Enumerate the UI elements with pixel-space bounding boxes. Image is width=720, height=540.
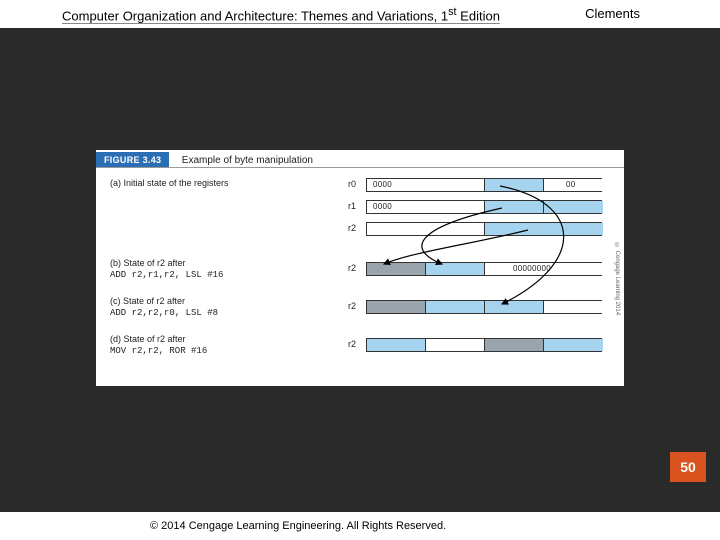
instr-b: ADD r2,r1,r2, LSL #16 — [110, 270, 223, 280]
seg — [544, 301, 603, 313]
label-c-text: (c) State of r2 after — [110, 296, 185, 306]
footer-copyright: © 2014 Cengage Learning Engineering. All… — [150, 520, 446, 532]
seg — [485, 179, 544, 191]
slide-header: Computer Organization and Architecture: … — [62, 6, 660, 23]
reg-name-r2b: r2 — [348, 263, 356, 273]
title-post: Edition — [457, 8, 500, 23]
seg — [485, 223, 603, 235]
seg: 00 — [544, 179, 603, 191]
reg-box-r2c — [366, 300, 602, 314]
val-r0-left: 0000 — [373, 180, 392, 189]
reg-name-r0: r0 — [348, 179, 356, 189]
seg — [367, 223, 485, 235]
seg: 0000 — [367, 179, 485, 191]
reg-box-r1: 0000 — [366, 200, 602, 214]
seg — [544, 201, 603, 213]
reg-box-r2a — [366, 222, 602, 236]
label-d: (d) State of r2 after MOV r2,r2, ROR #16 — [110, 334, 330, 358]
reg-name-r2a: r2 — [348, 223, 356, 233]
title-pre: Computer Organization and Architecture: … — [62, 8, 448, 23]
figure-caption: Example of byte manipulation — [182, 155, 313, 166]
instr-d: MOV r2,r2, ROR #16 — [110, 346, 207, 356]
figure-badge: FIGURE 3.43 — [96, 152, 169, 168]
label-c: (c) State of r2 after ADD r2,r2,r0, LSL … — [110, 296, 330, 320]
page-number: 50 — [680, 459, 696, 475]
val-r1-left: 0000 — [373, 202, 392, 211]
page-number-badge: 50 — [670, 452, 706, 482]
label-b: (b) State of r2 after ADD r2,r1,r2, LSL … — [110, 258, 330, 282]
label-a: (a) Initial state of the registers — [110, 178, 330, 189]
reg-name-r1: r1 — [348, 201, 356, 211]
author-name: Clements — [585, 6, 640, 23]
seg — [367, 263, 426, 275]
figure-panel: FIGURE 3.43 Example of byte manipulation… — [96, 150, 624, 386]
label-d-text: (d) State of r2 after — [110, 334, 186, 344]
seg: 0000 — [367, 201, 485, 213]
seg — [426, 263, 485, 275]
seg — [367, 301, 426, 313]
reg-name-r2c: r2 — [348, 301, 356, 311]
reg-box-r0: 0000 00 — [366, 178, 602, 192]
seg — [426, 301, 485, 313]
book-title: Computer Organization and Architecture: … — [62, 6, 500, 23]
figure-header: FIGURE 3.43 Example of byte manipulation — [96, 150, 624, 168]
seg — [485, 339, 544, 351]
val-r0-right: 00 — [566, 180, 576, 189]
figure-divider — [96, 167, 624, 168]
figure-credit: © Cengage Learning 2014 — [611, 178, 620, 380]
seg — [367, 339, 426, 351]
reg-name-r2d: r2 — [348, 339, 356, 349]
seg — [485, 201, 544, 213]
seg — [426, 339, 485, 351]
val-b-box: 00000000 — [513, 264, 551, 273]
seg — [544, 339, 603, 351]
reg-box-r2b: 00000000 — [366, 262, 602, 276]
label-b-text: (b) State of r2 after — [110, 258, 186, 268]
instr-c: ADD r2,r2,r0, LSL #8 — [110, 308, 218, 318]
seg — [485, 301, 544, 313]
title-sup: st — [448, 6, 456, 18]
reg-box-r2d — [366, 338, 602, 352]
seg: 00000000 — [485, 263, 603, 275]
slide-footer: © 2014 Cengage Learning Engineering. All… — [0, 512, 720, 540]
